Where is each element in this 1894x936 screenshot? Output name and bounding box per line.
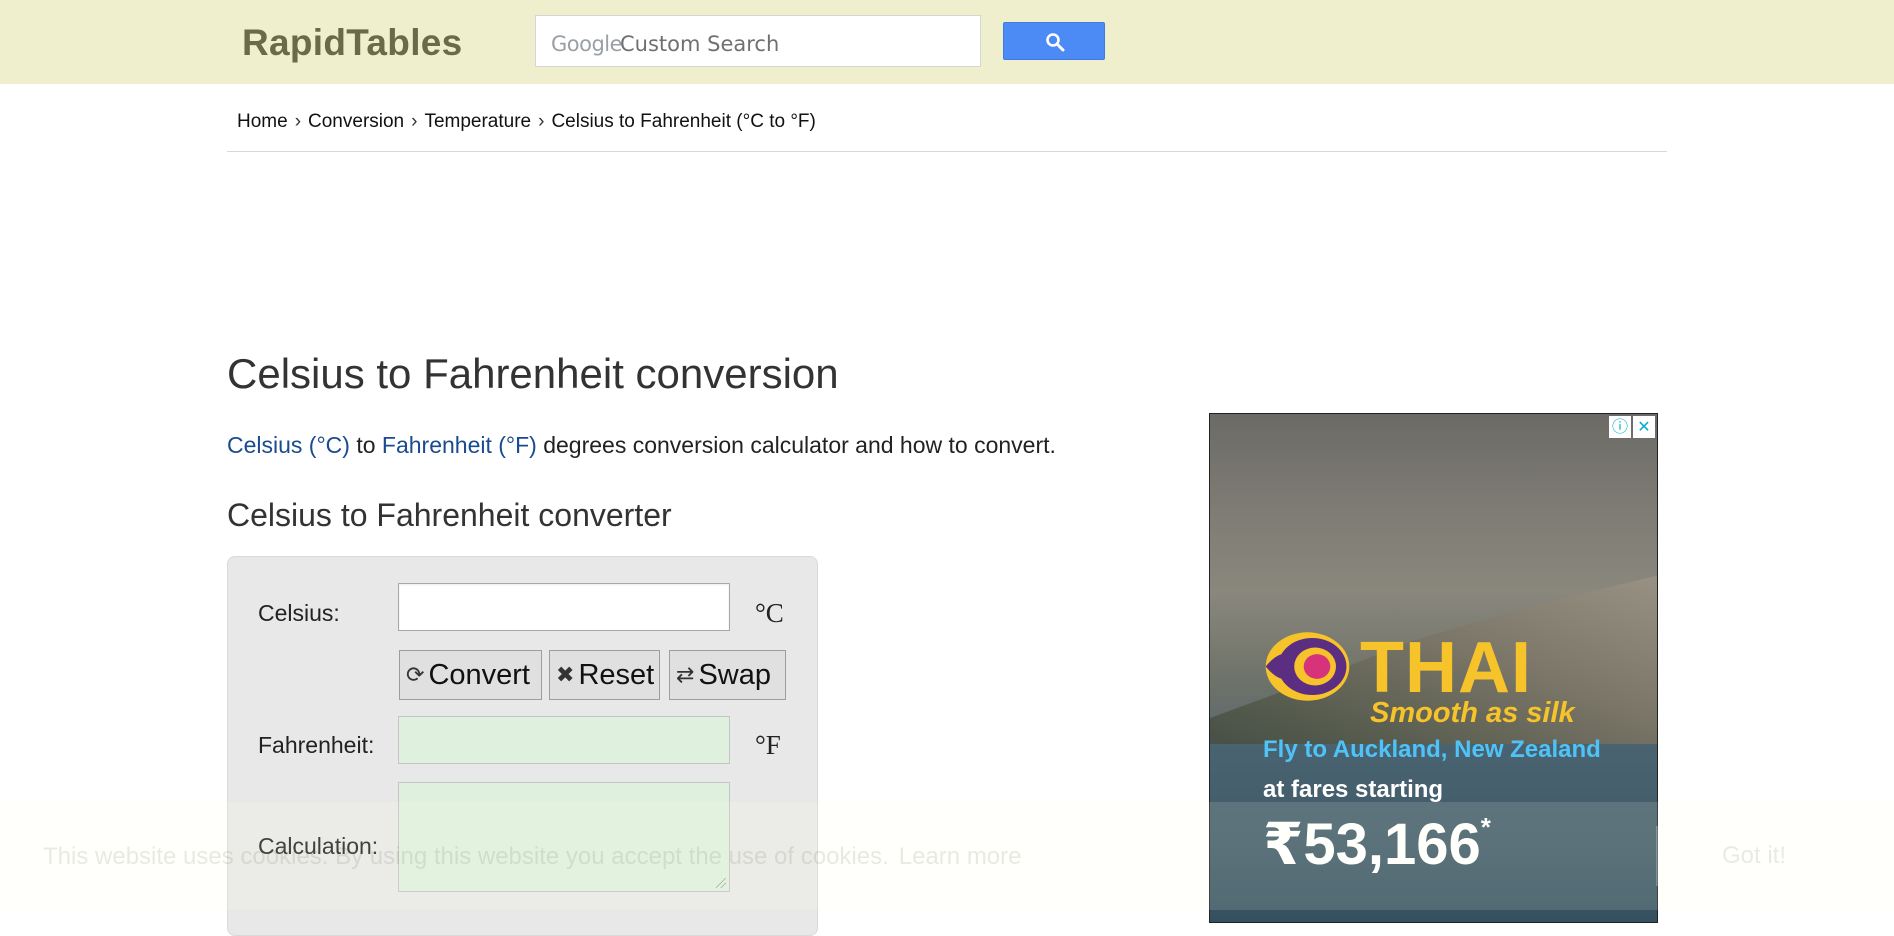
celsius-unit: °C	[755, 598, 784, 628]
thai-logo-icon	[1265, 632, 1350, 701]
breadcrumb-conversion[interactable]: Conversion	[308, 111, 404, 132]
breadcrumb: Home › Conversion › Temperature › Celsius to F…	[237, 111, 816, 133]
ad-tagline: Smooth as silk	[1370, 697, 1575, 729]
celsius-label: Celsius:	[258, 600, 340, 626]
search-brand-label: Google	[551, 32, 623, 56]
close-icon: ✖	[556, 662, 575, 688]
reset-button-label: Reset	[578, 658, 655, 691]
intro-text-rest: degrees conversion calculator and how to…	[536, 432, 1056, 458]
cookie-message: This website uses cookies. By using this…	[43, 843, 1022, 871]
cookie-accept-button[interactable]: Got it!	[1656, 826, 1852, 886]
site-logo[interactable]: RapidTables	[242, 22, 463, 64]
fahrenheit-label: Fahrenheit:	[258, 732, 375, 758]
celsius-link[interactable]: Celsius (°C)	[227, 432, 350, 458]
cookie-learn-more-link[interactable]: Learn more	[899, 843, 1022, 870]
ad-fare-intro: at fares starting	[1263, 776, 1444, 803]
search-button[interactable]	[1003, 22, 1105, 60]
refresh-icon: ⟳	[406, 662, 425, 688]
site-header: RapidTables Google Custom Search	[0, 0, 1894, 84]
close-icon[interactable]: ✕	[1633, 416, 1655, 438]
breadcrumb-current: Celsius to Fahrenheit (°C to °F)	[551, 111, 816, 132]
search-input[interactable]: Google Custom Search	[535, 15, 981, 67]
swap-icon: ⇄	[676, 662, 695, 688]
fahrenheit-link[interactable]: Fahrenheit (°F)	[382, 432, 537, 458]
fahrenheit-output[interactable]	[398, 716, 730, 764]
ad-destination: Fly to Auckland, New Zealand	[1263, 736, 1601, 763]
celsius-input[interactable]	[398, 583, 730, 631]
breadcrumb-temperature[interactable]: Temperature	[424, 111, 531, 132]
fahrenheit-unit: °F	[755, 730, 781, 760]
breadcrumb-separator: ›	[411, 111, 418, 132]
page-title: Celsius to Fahrenheit conversion	[227, 350, 839, 397]
converter-heading: Celsius to Fahrenheit converter	[227, 497, 672, 533]
breadcrumb-separator: ›	[294, 111, 302, 132]
search-icon	[1046, 33, 1065, 52]
breadcrumb-home[interactable]: Home	[237, 111, 288, 132]
cookie-text: This website uses cookies. By using this…	[43, 843, 889, 870]
info-icon[interactable]: ⓘ	[1609, 416, 1631, 438]
intro-paragraph: Celsius (°C) to Fahrenheit (°F) degrees …	[227, 432, 1056, 459]
ad-badges: ⓘ ✕	[1609, 416, 1655, 438]
reset-button[interactable]: ✖ Reset	[549, 650, 660, 700]
intro-text-middle: to	[349, 432, 382, 458]
convert-button[interactable]: ⟳ Convert	[399, 650, 542, 700]
search-placeholder: Custom Search	[620, 32, 780, 56]
swap-button[interactable]: ⇄ Swap	[669, 650, 786, 700]
convert-button-label: Convert	[428, 658, 530, 691]
breadcrumb-divider	[227, 151, 1667, 152]
breadcrumb-separator: ›	[538, 111, 545, 132]
swap-button-label: Swap	[698, 658, 771, 691]
